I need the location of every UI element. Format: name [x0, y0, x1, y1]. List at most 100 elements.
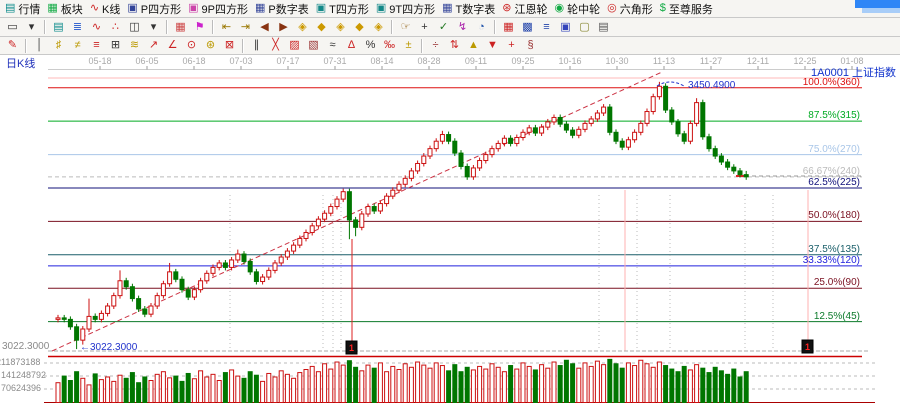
- menu-t-table-icon: ▦: [442, 3, 452, 14]
- scatter-tool[interactable]: ∴: [106, 19, 125, 35]
- flag-tool[interactable]: ⚑: [190, 19, 209, 35]
- wave-chart-tool[interactable]: ∿: [87, 19, 106, 35]
- window-tool[interactable]: ▤: [49, 19, 68, 35]
- menu-p-square[interactable]: ▣P四方形: [127, 1, 181, 17]
- check-tool[interactable]: ✓: [434, 19, 453, 35]
- crosshair-tool[interactable]: +: [415, 19, 434, 35]
- toolbar-separator: [242, 39, 244, 53]
- toolbar-separator: [391, 20, 393, 34]
- toolbar-row-2: ▭▾▤≣∿∴◫▾▦⚑⇤⇥◀▶◈◆◈◆◈☞+✓↯◔▦▩≡▣▢▤: [0, 18, 900, 37]
- menu-wheel-in-wheel-icon: ◉: [555, 3, 565, 14]
- plusminus-tool[interactable]: ±: [399, 38, 418, 54]
- menu-kline[interactable]: ∿K线: [90, 1, 121, 17]
- menu-p-square-icon: ▣: [127, 3, 137, 14]
- menu-quotes-label: 行情: [18, 1, 40, 17]
- hlines-tool[interactable]: ≡: [87, 38, 106, 54]
- save-tool[interactable]: ▣: [556, 19, 575, 35]
- notequal-tool[interactable]: ≠: [68, 38, 87, 54]
- crosslines-tool[interactable]: ╳: [266, 38, 285, 54]
- menu-kline-label: K线: [102, 1, 120, 17]
- menu-p-table-label: P数字表: [268, 1, 308, 17]
- camera-tool[interactable]: ▢: [575, 19, 594, 35]
- zoom-diamond-5[interactable]: ◈: [369, 19, 388, 35]
- dropdown-caret-icon[interactable]: ▾: [144, 19, 163, 35]
- menu-9t-square[interactable]: ▣9T四方形: [376, 1, 435, 17]
- divide-tool[interactable]: ÷: [426, 38, 445, 54]
- grid-tool[interactable]: ▦: [171, 19, 190, 35]
- shade1-tool[interactable]: ▨: [285, 38, 304, 54]
- toolbar-separator: [166, 20, 168, 34]
- zoom-diamond-1[interactable]: ◈: [293, 19, 312, 35]
- menu-premium-service-label: 至尊服务: [669, 1, 713, 17]
- circle-tool[interactable]: ⊙: [182, 38, 201, 54]
- vline-tool[interactable]: │: [30, 38, 49, 54]
- hand-tool[interactable]: ☞: [396, 19, 415, 35]
- parallel-tool[interactable]: ∥: [247, 38, 266, 54]
- menu-p-table[interactable]: ▦P数字表: [255, 1, 309, 17]
- last-bar-button[interactable]: ⇥: [236, 19, 255, 35]
- menu-hexagon-icon: ◎: [607, 3, 617, 14]
- pen-tool[interactable]: ✎: [3, 38, 22, 54]
- boxx-tool[interactable]: ⊠: [220, 38, 239, 54]
- window-corner-accent: [855, 0, 900, 8]
- toolbar-row-3: ✎ │♯≠≡⊞≋↗∠⊙⊛⊠ ∥╳▨▧≈∆%‰± ÷⇅▲▼+§: [0, 37, 900, 55]
- calculator-tool[interactable]: ▩: [518, 19, 537, 35]
- trend-up-tool[interactable]: ↗: [144, 38, 163, 54]
- section-tool[interactable]: §: [521, 38, 540, 54]
- menu-9t-square-icon: ▣: [376, 3, 386, 14]
- prev-bar-button[interactable]: ◀: [255, 19, 274, 35]
- tri-down-tool[interactable]: ▼: [483, 38, 502, 54]
- zoom-diamond-2[interactable]: ◆: [312, 19, 331, 35]
- boxgrid-tool[interactable]: ⊞: [106, 38, 125, 54]
- menu-t-square-label: T四方形: [329, 1, 369, 17]
- menu-t-square[interactable]: ▣T四方形: [316, 1, 369, 17]
- hatch-tool[interactable]: ♯: [49, 38, 68, 54]
- approx-tool[interactable]: ≈: [323, 38, 342, 54]
- first-bar-button[interactable]: ⇤: [217, 19, 236, 35]
- menu-9p-square[interactable]: ▣ 9P四方形: [188, 1, 248, 17]
- menu-t-table[interactable]: ▦T数字表: [442, 1, 495, 17]
- menu-gann-wheel[interactable]: ⊛江恩轮: [502, 1, 547, 17]
- gann-angle-tool[interactable]: ∠: [163, 38, 182, 54]
- dropdown-caret-icon[interactable]: ▾: [22, 19, 41, 35]
- menu-sectors[interactable]: ▦板块: [47, 1, 82, 17]
- menu-t-square-icon: ▣: [316, 3, 326, 14]
- chart-region: 11 日K线 1A0001 上证指数 3450.4900 3022.3000 ←…: [0, 55, 900, 404]
- menu-gann-wheel-icon: ⊛: [502, 3, 511, 14]
- menu-wheel-in-wheel-label: 轮中轮: [567, 1, 600, 17]
- plus-tool[interactable]: +: [502, 38, 521, 54]
- toolbar-separator: [421, 39, 423, 53]
- menu-quotes-icon: ▤: [5, 3, 15, 14]
- clock-tool[interactable]: ◔: [472, 19, 491, 35]
- percent-tool[interactable]: %: [361, 38, 380, 54]
- tri-up-tool[interactable]: ▲: [464, 38, 483, 54]
- menu-quotes[interactable]: ▤行情: [5, 1, 40, 17]
- menu-9t-square-label: 9T四方形: [389, 1, 435, 17]
- menu-hexagon[interactable]: ◎六角形: [607, 1, 653, 17]
- select-rect-tool[interactable]: ▭: [3, 19, 22, 35]
- next-bar-button[interactable]: ▶: [274, 19, 293, 35]
- lightning-tool[interactable]: ↯: [453, 19, 472, 35]
- menu-wheel-in-wheel[interactable]: ◉轮中轮: [555, 1, 601, 17]
- list-tool[interactable]: ≡: [537, 19, 556, 35]
- menu-hexagon-label: 六角形: [620, 1, 653, 17]
- candle-style-tool[interactable]: ◫: [125, 19, 144, 35]
- calendar-tool[interactable]: ▦: [499, 19, 518, 35]
- toolbar-separator: [212, 20, 214, 34]
- triangle-tool[interactable]: ∆: [342, 38, 361, 54]
- chart-canvas[interactable]: 11: [0, 55, 900, 404]
- marker-number: 1: [805, 342, 810, 352]
- menu-9p-square-label: 9P四方形: [202, 1, 248, 17]
- wheel-tool[interactable]: ⊛: [201, 38, 220, 54]
- menu-premium-service[interactable]: $至尊服务: [660, 1, 713, 17]
- zoom-diamond-4[interactable]: ◆: [350, 19, 369, 35]
- permille-tool[interactable]: ‰: [380, 38, 399, 54]
- zoom-diamond-3[interactable]: ◈: [331, 19, 350, 35]
- waves-tool[interactable]: ≋: [125, 38, 144, 54]
- updown-tool[interactable]: ⇅: [445, 38, 464, 54]
- notes-tool[interactable]: ≣: [68, 19, 87, 35]
- menu-9p-square-icon: ▣: [188, 3, 198, 14]
- shade2-tool[interactable]: ▧: [304, 38, 323, 54]
- printer-tool[interactable]: ▤: [594, 19, 613, 35]
- toolbar-separator: [44, 20, 46, 34]
